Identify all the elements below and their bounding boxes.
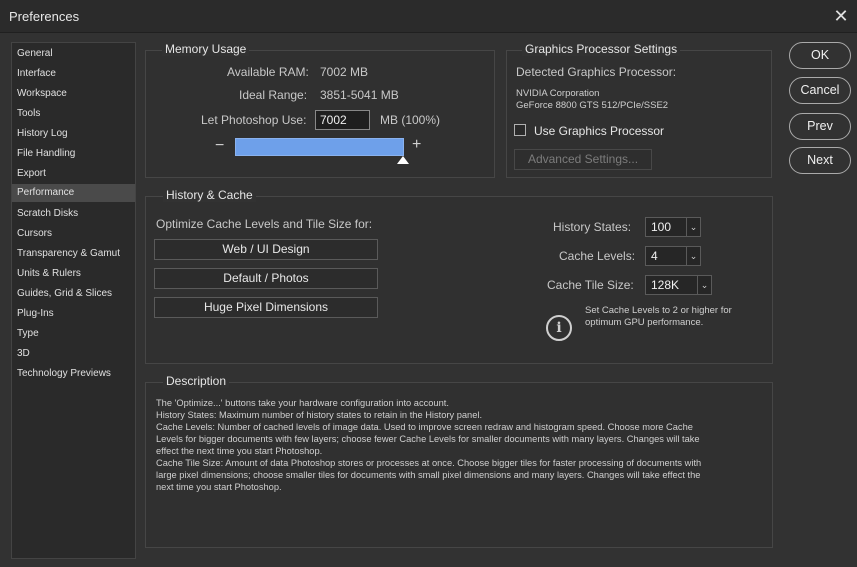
sidebar-item-file-handling[interactable]: File Handling bbox=[12, 145, 135, 163]
use-gpu-checkbox[interactable] bbox=[514, 124, 526, 136]
description-line: large pixel dimensions; choose smaller t… bbox=[156, 470, 701, 480]
cache-tile-size-select[interactable]: 128K ⌄ bbox=[645, 275, 712, 295]
description-line: The 'Optimize...' buttons take your hard… bbox=[156, 398, 449, 408]
close-icon[interactable]: ✕ bbox=[831, 6, 851, 26]
chevron-down-icon: ⌄ bbox=[686, 247, 700, 265]
description-line: effect the next time you start Photoshop… bbox=[156, 446, 323, 456]
gpu-vendor: NVIDIA Corporation bbox=[516, 88, 600, 99]
sidebar-item-history-log[interactable]: History Log bbox=[12, 125, 135, 143]
description-title: Description bbox=[163, 374, 230, 388]
memory-unit-label: MB (100%) bbox=[380, 113, 441, 127]
sidebar-item-general[interactable]: General bbox=[12, 45, 135, 63]
chevron-down-icon: ⌄ bbox=[697, 276, 711, 294]
sidebar-item-scratch-disks[interactable]: Scratch Disks bbox=[12, 205, 135, 223]
sidebar-item-performance[interactable]: Performance bbox=[12, 184, 135, 202]
available-ram-label: Available RAM: bbox=[227, 65, 309, 79]
history-cache-title: History & Cache bbox=[163, 188, 256, 202]
sidebar-item-plug-ins[interactable]: Plug-Ins bbox=[12, 305, 135, 323]
sidebar-item-technology-previews[interactable]: Technology Previews bbox=[12, 365, 135, 383]
cancel-button[interactable]: Cancel bbox=[789, 77, 851, 104]
sidebar-item-tools[interactable]: Tools bbox=[12, 105, 135, 123]
cache-levels-label: Cache Levels: bbox=[559, 249, 636, 263]
sidebar-item-3d[interactable]: 3D bbox=[12, 345, 135, 363]
history-states-select[interactable]: 100 ⌄ bbox=[645, 217, 701, 237]
title-bar: Preferences ✕ bbox=[0, 0, 857, 33]
gpu-tip-line-2: optimum GPU performance. bbox=[585, 317, 704, 328]
advanced-settings-button[interactable]: Advanced Settings... bbox=[514, 149, 652, 170]
description-line: Cache Tile Size: Amount of data Photosho… bbox=[156, 458, 702, 468]
gpu-settings-title: Graphics Processor Settings bbox=[522, 42, 681, 56]
sidebar-item-guides-grid-slices[interactable]: Guides, Grid & Slices bbox=[12, 285, 135, 303]
cache-tile-size-label: Cache Tile Size: bbox=[547, 278, 634, 292]
history-states-label: History States: bbox=[553, 220, 632, 234]
sidebar-item-export[interactable]: Export bbox=[12, 165, 135, 183]
description-line: Levels for bigger documents with few lay… bbox=[156, 434, 700, 444]
sidebar-item-interface[interactable]: Interface bbox=[12, 65, 135, 83]
sidebar-item-cursors[interactable]: Cursors bbox=[12, 225, 135, 243]
optimize-label: Optimize Cache Levels and Tile Size for: bbox=[156, 217, 373, 231]
memory-amount-input[interactable]: 7002 bbox=[315, 110, 370, 130]
prev-button[interactable]: Prev bbox=[789, 113, 851, 140]
info-icon: i bbox=[546, 315, 572, 341]
decrease-icon[interactable]: − bbox=[215, 137, 224, 155]
cache-levels-value: 4 bbox=[651, 249, 658, 263]
increase-icon[interactable]: + bbox=[412, 136, 421, 154]
description-line: next time you start Photoshop. bbox=[156, 482, 282, 492]
next-button[interactable]: Next bbox=[789, 147, 851, 174]
cache-tile-size-value: 128K bbox=[651, 278, 680, 292]
use-gpu-label: Use Graphics Processor bbox=[534, 124, 665, 138]
available-ram-value: 7002 MB bbox=[320, 65, 369, 79]
description-line: History States: Maximum number of histor… bbox=[156, 410, 483, 420]
chevron-down-icon: ⌄ bbox=[686, 218, 700, 236]
web-ui-design-button[interactable]: Web / UI Design bbox=[154, 239, 378, 260]
huge-pixel-dimensions-button[interactable]: Huge Pixel Dimensions bbox=[154, 297, 378, 318]
memory-slider-track[interactable] bbox=[235, 138, 404, 156]
history-states-value: 100 bbox=[651, 220, 672, 234]
gpu-model: GeForce 8800 GTS 512/PCIe/SSE2 bbox=[516, 100, 669, 111]
preferences-sidebar: General Interface Workspace Tools Histor… bbox=[11, 42, 136, 559]
ideal-range-value: 3851-5041 MB bbox=[320, 88, 399, 102]
cache-levels-select[interactable]: 4 ⌄ bbox=[645, 246, 701, 266]
let-photoshop-use-label: Let Photoshop Use: bbox=[201, 113, 307, 127]
sidebar-item-units-rulers[interactable]: Units & Rulers bbox=[12, 265, 135, 283]
window-title: Preferences bbox=[9, 9, 80, 24]
description-text: The 'Optimize...' buttons take your hard… bbox=[156, 397, 756, 493]
gpu-tip-line-1: Set Cache Levels to 2 or higher for bbox=[585, 305, 732, 316]
default-photos-button[interactable]: Default / Photos bbox=[154, 268, 378, 289]
description-line: Cache Levels: Number of cached levels of… bbox=[156, 422, 693, 432]
ok-button[interactable]: OK bbox=[789, 42, 851, 69]
ideal-range-label: Ideal Range: bbox=[239, 88, 308, 102]
memory-usage-title: Memory Usage bbox=[162, 42, 250, 56]
detected-gpu-label: Detected Graphics Processor: bbox=[516, 65, 677, 79]
sidebar-item-workspace[interactable]: Workspace bbox=[12, 85, 135, 103]
sidebar-item-transparency-gamut[interactable]: Transparency & Gamut bbox=[12, 245, 135, 263]
sidebar-item-type[interactable]: Type bbox=[12, 325, 135, 343]
memory-slider-thumb[interactable] bbox=[397, 156, 409, 164]
